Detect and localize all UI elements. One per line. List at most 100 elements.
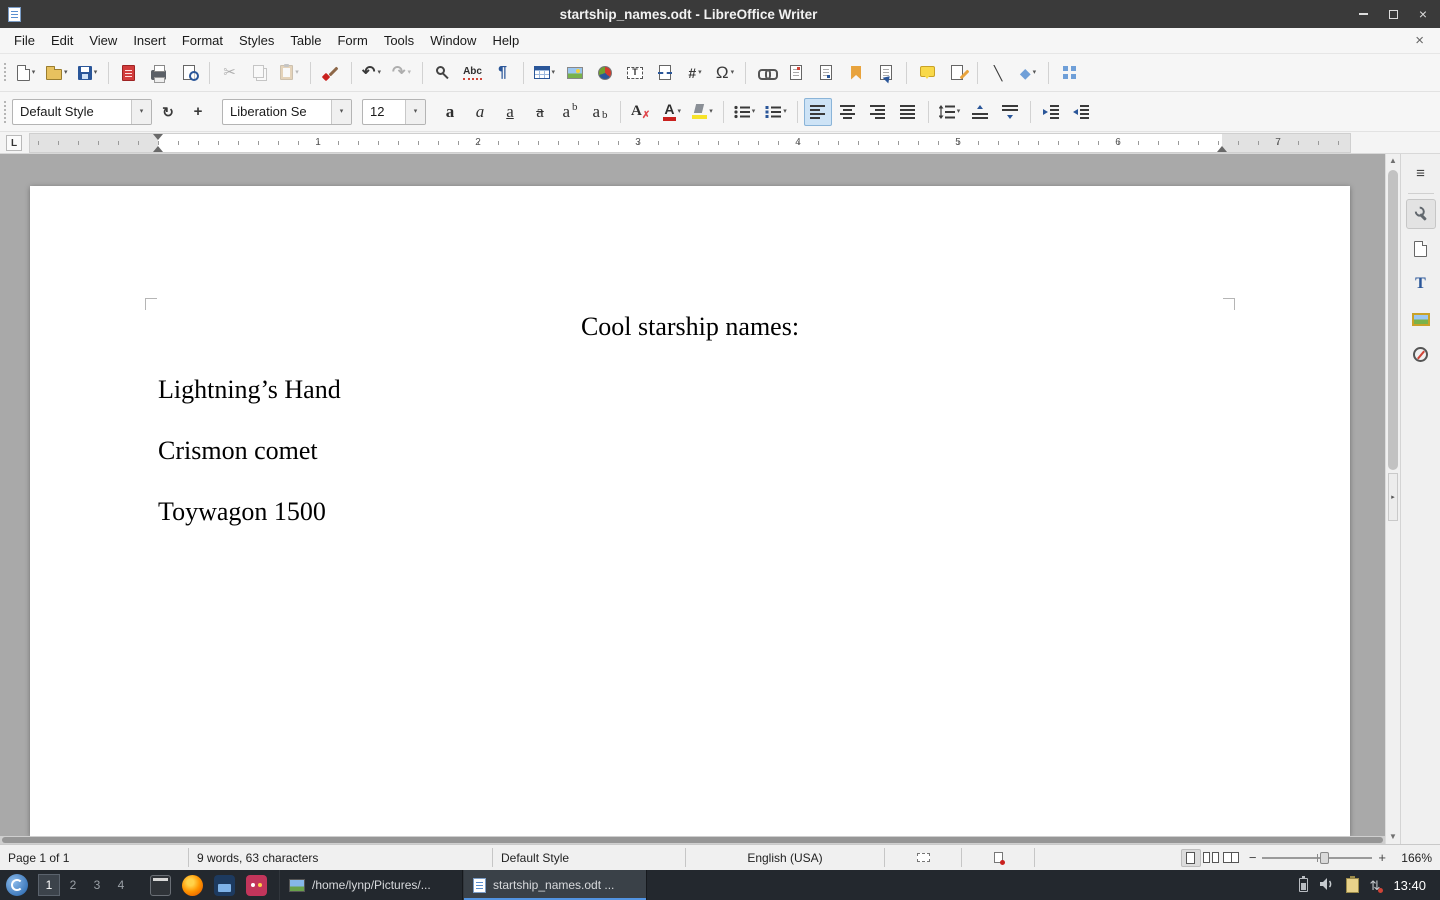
- spelling-button[interactable]: Abc: [459, 59, 487, 87]
- sidebar-page-button[interactable]: [1406, 234, 1436, 264]
- workspace-1-button[interactable]: 1: [38, 874, 60, 896]
- insert-page-break-button[interactable]: [651, 59, 679, 87]
- window-button-pictures[interactable]: /home/lynp/Pictures/...: [279, 870, 463, 900]
- tab-stop-selector[interactable]: L: [6, 135, 22, 151]
- zoom-in-button[interactable]: +: [1378, 851, 1386, 864]
- applications-menu-button[interactable]: [6, 874, 28, 896]
- zoom-out-button[interactable]: −: [1249, 851, 1257, 864]
- insert-image-button[interactable]: [561, 59, 589, 87]
- insert-chart-button[interactable]: [591, 59, 619, 87]
- increase-paragraph-spacing-button[interactable]: [966, 98, 994, 126]
- document-modified-status[interactable]: [962, 845, 1034, 870]
- close-button[interactable]: ×: [1416, 7, 1430, 21]
- volume-icon[interactable]: [1319, 877, 1335, 894]
- screenshot-launcher-icon[interactable]: [246, 875, 267, 896]
- decrease-paragraph-spacing-button[interactable]: [996, 98, 1024, 126]
- redo-button[interactable]: ↷▾: [388, 59, 416, 87]
- menu-styles[interactable]: Styles: [231, 30, 282, 51]
- workspace-2-button[interactable]: 2: [62, 874, 84, 896]
- sidebar-settings-button[interactable]: ≡: [1406, 158, 1436, 188]
- scroll-down-arrow[interactable]: ▼: [1386, 830, 1400, 844]
- paste-button[interactable]: ▾: [276, 59, 304, 87]
- left-indent-marker[interactable]: [153, 146, 163, 152]
- new-style-button[interactable]: +: [184, 98, 212, 126]
- horizontal-scrollbar[interactable]: [0, 836, 1385, 844]
- document-page[interactable]: Cool starship names: Lightning’s Hand Cr…: [30, 186, 1350, 836]
- zoom-slider-thumb[interactable]: [1320, 852, 1329, 864]
- terminal-launcher-icon[interactable]: [150, 875, 171, 896]
- clock[interactable]: 13:40: [1393, 878, 1426, 893]
- formatting-marks-button[interactable]: ¶: [489, 59, 517, 87]
- sidebar-collapse-handle[interactable]: ▸: [1388, 473, 1398, 521]
- horizontal-scrollbar-thumb[interactable]: [2, 837, 1383, 843]
- word-count-status[interactable]: 9 words, 63 characters: [189, 845, 492, 870]
- menu-edit[interactable]: Edit: [43, 30, 81, 51]
- insert-field-button[interactable]: #▾: [681, 59, 709, 87]
- selection-mode-status[interactable]: [885, 845, 961, 870]
- print-button[interactable]: [145, 59, 173, 87]
- align-center-button[interactable]: [834, 98, 862, 126]
- menu-window[interactable]: Window: [422, 30, 484, 51]
- firefox-launcher-icon[interactable]: [182, 875, 203, 896]
- undo-button[interactable]: ↶▾: [358, 59, 386, 87]
- align-right-button[interactable]: [864, 98, 892, 126]
- scroll-up-arrow[interactable]: ▲: [1386, 154, 1400, 168]
- decrease-indent-button[interactable]: [1067, 98, 1095, 126]
- insert-text-box-button[interactable]: T: [621, 59, 649, 87]
- export-pdf-button[interactable]: [115, 59, 143, 87]
- font-size-combo[interactable]: 12 ▾: [362, 99, 426, 125]
- italic-button[interactable]: a: [466, 98, 494, 126]
- basic-shapes-button[interactable]: ◆▾: [1014, 59, 1042, 87]
- font-name-combo[interactable]: Liberation Se ▾: [222, 99, 352, 125]
- show-draw-functions-button[interactable]: [1055, 59, 1083, 87]
- horizontal-ruler[interactable]: 1 2 3 4 5 6 7: [30, 134, 1350, 152]
- highlight-color-button[interactable]: ▾: [688, 98, 717, 126]
- menu-view[interactable]: View: [81, 30, 125, 51]
- document-heading[interactable]: Cool starship names:: [158, 312, 1222, 342]
- font-name-dropdown-button[interactable]: ▾: [331, 100, 351, 124]
- sidebar-style-inspector-button[interactable]: T: [1406, 269, 1436, 299]
- file-manager-launcher-icon[interactable]: [214, 875, 235, 896]
- toolbar-grip[interactable]: [3, 62, 7, 83]
- paragraph-style-combo[interactable]: Default Style ▾: [12, 99, 152, 125]
- zoom-slider[interactable]: [1262, 857, 1372, 859]
- bullet-list-button[interactable]: ▾: [730, 98, 760, 126]
- document-paragraph[interactable]: Lightning’s Hand: [158, 375, 1222, 405]
- language-status[interactable]: English (USA): [686, 845, 884, 870]
- copy-button[interactable]: [246, 59, 274, 87]
- insert-comment-button[interactable]: [913, 59, 941, 87]
- menu-file[interactable]: File: [6, 30, 43, 51]
- multi-page-view-button[interactable]: [1201, 849, 1221, 867]
- page-style-status[interactable]: Default Style: [493, 845, 685, 870]
- font-color-button[interactable]: A▾: [658, 98, 686, 126]
- sidebar-navigator-button[interactable]: [1406, 339, 1436, 369]
- window-button-writer[interactable]: startship_names.odt ...: [463, 870, 647, 900]
- numbered-list-button[interactable]: ▾: [761, 98, 791, 126]
- new-document-button[interactable]: ▾: [12, 59, 40, 87]
- insert-footnote-button[interactable]: [782, 59, 810, 87]
- right-indent-marker[interactable]: [1217, 146, 1227, 152]
- workspace-3-button[interactable]: 3: [86, 874, 108, 896]
- menu-format[interactable]: Format: [174, 30, 231, 51]
- clear-formatting-button[interactable]: A✗: [627, 98, 656, 126]
- insert-line-button[interactable]: ╲: [984, 59, 1012, 87]
- save-button[interactable]: ▾: [74, 59, 102, 87]
- insert-hyperlink-button[interactable]: [752, 59, 780, 87]
- insert-cross-reference-button[interactable]: [872, 59, 900, 87]
- first-line-indent-marker[interactable]: [153, 134, 163, 140]
- document-paragraph[interactable]: Toywagon 1500: [158, 497, 1222, 527]
- sidebar-gallery-button[interactable]: [1406, 304, 1436, 334]
- line-spacing-button[interactable]: ▾: [935, 98, 965, 126]
- document-paragraph[interactable]: Crismon comet: [158, 436, 1222, 466]
- font-size-dropdown-button[interactable]: ▾: [405, 100, 425, 124]
- page-number-status[interactable]: Page 1 of 1: [0, 845, 188, 870]
- insert-bookmark-button[interactable]: [842, 59, 870, 87]
- document-content[interactable]: Cool starship names: Lightning’s Hand Cr…: [158, 312, 1222, 558]
- strikethrough-button[interactable]: a: [526, 98, 554, 126]
- special-character-button[interactable]: Ω▾: [711, 59, 739, 87]
- paragraph-style-dropdown-button[interactable]: ▾: [131, 100, 151, 124]
- menu-form[interactable]: Form: [329, 30, 375, 51]
- insert-endnote-button[interactable]: [812, 59, 840, 87]
- network-icon[interactable]: ⇅: [1370, 879, 1381, 892]
- increase-indent-button[interactable]: [1037, 98, 1065, 126]
